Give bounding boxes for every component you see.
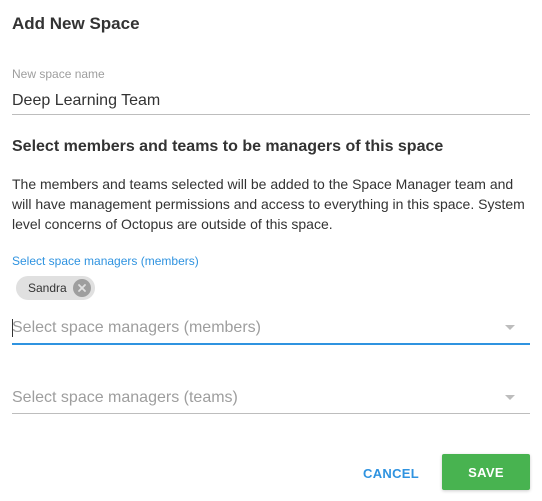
dialog-title: Add New Space	[12, 14, 140, 33]
managers-description: The members and teams selected will be a…	[12, 176, 525, 232]
member-chip-label: Sandra	[28, 281, 67, 295]
save-button[interactable]: SAVE	[442, 454, 530, 490]
caret-down-icon[interactable]	[498, 386, 522, 410]
teams-select-input[interactable]	[12, 385, 498, 411]
members-select[interactable]	[12, 313, 530, 345]
text-cursor	[12, 319, 13, 337]
members-field-label: Select space managers (members)	[12, 254, 199, 268]
member-chip-sandra: Sandra	[16, 276, 95, 300]
add-space-dialog: Add New Space New space name Select memb…	[0, 0, 542, 501]
cancel-button[interactable]: CANCEL	[356, 458, 426, 488]
caret-down-icon[interactable]	[498, 316, 522, 340]
managers-section-heading: Select members and teams to be managers …	[12, 138, 444, 155]
teams-select[interactable]	[12, 383, 530, 414]
close-circle-icon[interactable]	[72, 279, 91, 297]
space-name-input[interactable]	[12, 88, 530, 115]
members-select-input[interactable]	[12, 315, 498, 341]
space-name-label: New space name	[12, 67, 105, 81]
